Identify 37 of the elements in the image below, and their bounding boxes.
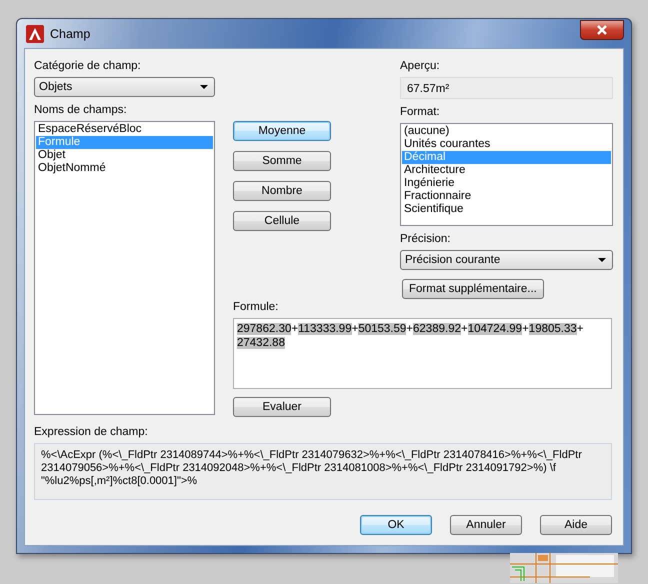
category-dropdown[interactable]: Objets xyxy=(34,77,215,97)
list-item[interactable]: EspaceRéservéBloc xyxy=(36,123,213,136)
app-logo-icon xyxy=(26,24,44,42)
field-label: Catégorie de champ: xyxy=(34,59,142,74)
field-label: Aperçu: xyxy=(400,59,441,74)
close-button[interactable] xyxy=(580,20,624,40)
field-label: Noms de champs: xyxy=(34,103,128,118)
close-icon xyxy=(596,24,608,34)
list-item[interactable]: ObjetNommé xyxy=(36,162,213,175)
list-item[interactable]: Objet xyxy=(36,149,213,162)
list-item[interactable]: Architecture xyxy=(402,164,611,177)
field-label: Format: xyxy=(400,105,441,120)
field-label: Précision: xyxy=(400,232,452,247)
dialog-button[interactable]: Annuler xyxy=(450,515,522,535)
list-item[interactable]: Unités courantes xyxy=(402,138,611,151)
precision-dropdown[interactable]: Précision courante xyxy=(400,250,613,270)
function-button[interactable]: Cellule xyxy=(233,211,331,231)
window-title: Champ xyxy=(50,26,90,40)
field-label: Expression de champ: xyxy=(34,425,149,440)
expression-text: %<\AcExpr (%<\_FldPtr 2314089744>%+%<\_FldPtr 2314079632>%+%<\_FldPtr 2314078416>%+%<\_FldPtr 2314079056>%+%<\_FldPtr 2314092048>%+%<\_FldPtr 2314081008>%+%<\_FldPtr 2314091792>%) \f "%lu2%ps[,m²]%ct8[0.0001]">% xyxy=(41,449,582,487)
list-item[interactable]: Ingénierie xyxy=(402,177,611,190)
dropdown-arrow-icon xyxy=(200,85,208,89)
function-button[interactable]: Moyenne xyxy=(233,121,331,141)
additional-format-button[interactable]: Format supplémentaire... xyxy=(402,279,544,299)
formula-field[interactable]: 297862.30+113333.99+50153.59+62389.92+104724.99+19805.33+ 27432.88 xyxy=(233,318,612,389)
list-item[interactable]: (aucune) xyxy=(402,125,611,138)
formula-text: 297862.30+113333.99+50153.59+62389.92+104724.99+19805.33+ 27432.88 xyxy=(237,322,584,350)
evaluate-button[interactable]: Evaluer xyxy=(233,397,331,417)
dialog-button[interactable]: OK xyxy=(360,515,432,535)
preview-field: 67.57m² xyxy=(400,77,613,99)
function-button[interactable]: Somme xyxy=(233,151,331,171)
dropdown-arrow-icon xyxy=(598,258,606,262)
list-item[interactable]: Scientifique xyxy=(402,203,611,216)
field-label: Formule: xyxy=(233,300,280,315)
dialog-button[interactable]: Aide xyxy=(540,515,612,535)
list-item[interactable]: Fractionnaire xyxy=(402,190,611,203)
function-button[interactable]: Nombre xyxy=(233,181,331,201)
